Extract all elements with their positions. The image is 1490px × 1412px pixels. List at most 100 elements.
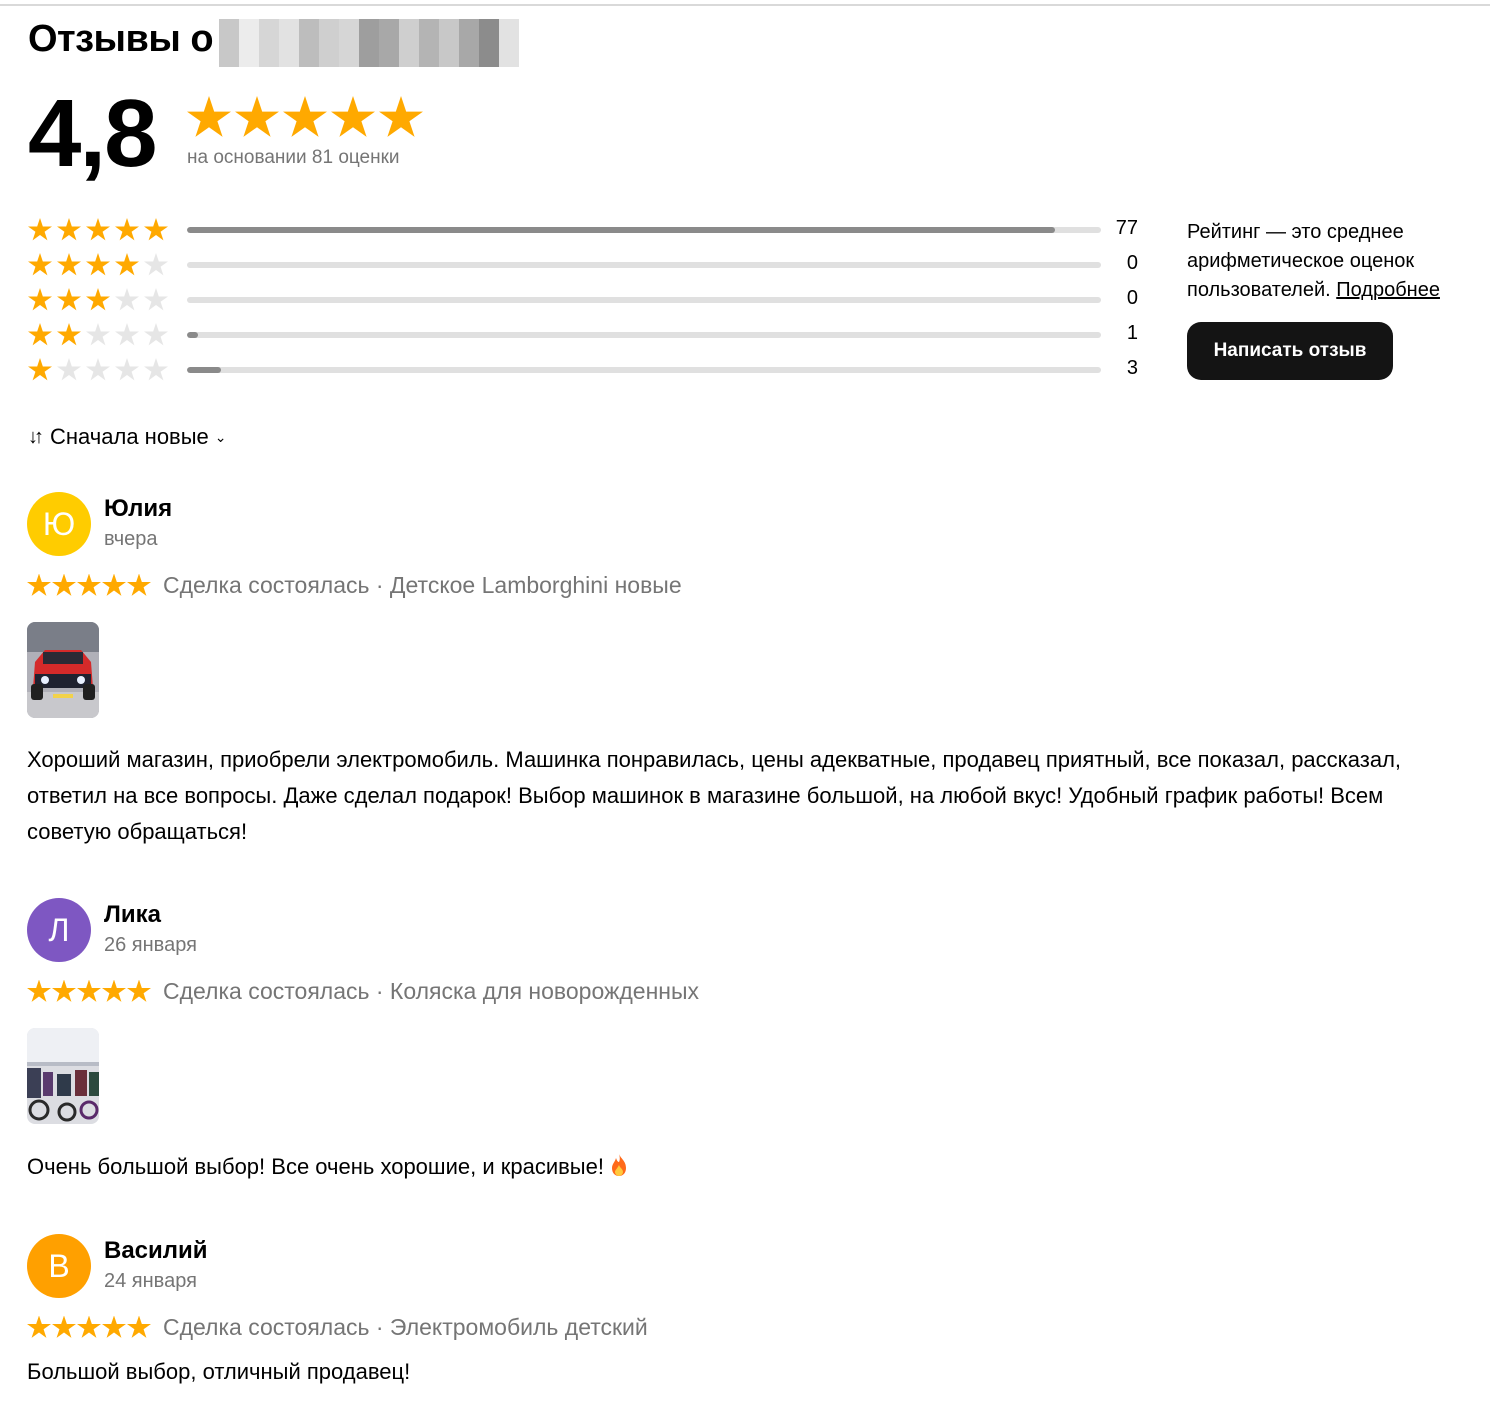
- star-icon: [235, 96, 279, 137]
- distribution-count: 0: [1126, 252, 1138, 274]
- star-icon: [77, 979, 101, 1002]
- distribution-count: 0: [1126, 287, 1138, 309]
- review-stars: [27, 1315, 152, 1340]
- review-date: вчера: [104, 528, 158, 550]
- chevron-down-icon: ⌄: [214, 428, 227, 445]
- review-card: В Василий 24 января Сделка состоялась · …: [27, 1234, 1467, 1394]
- distribution-row-5-stars[interactable]: 77: [28, 212, 1138, 247]
- distribution-bar-fill: [187, 227, 1056, 233]
- star-icon: [86, 358, 110, 381]
- star-icon: [102, 1315, 126, 1338]
- star-icon: [27, 979, 51, 1002]
- distribution-bar: [187, 227, 1101, 233]
- star-icon: [57, 288, 81, 311]
- star-icon: [127, 573, 151, 596]
- sort-dropdown[interactable]: ↓↑ Сначала новые ⌄: [28, 424, 227, 450]
- distribution-bar: [187, 332, 1101, 338]
- review-date: 26 января: [104, 934, 197, 956]
- star-icon: [187, 96, 231, 137]
- star-icon: [86, 323, 110, 346]
- avatar: Л: [27, 898, 91, 962]
- star-icon: [57, 358, 81, 381]
- store-interior-photo: [27, 1028, 99, 1124]
- rating-info-more-link[interactable]: Подробнее: [1336, 279, 1440, 301]
- star-icon: [115, 358, 139, 381]
- review-meta: Сделка состоялась · Электромобиль детски…: [27, 1314, 648, 1341]
- star-icon: [27, 573, 51, 596]
- star-icon: [57, 253, 81, 276]
- review-stars: [27, 979, 152, 1004]
- distribution-bar: [187, 262, 1101, 268]
- review-meta: Сделка состоялась · Детское Lamborghini …: [27, 572, 682, 599]
- star-icon: [144, 218, 168, 241]
- star-icon: [331, 96, 375, 137]
- page-title-text: Отзывы о: [28, 17, 214, 60]
- distribution-row-1-stars[interactable]: 3: [28, 352, 1138, 387]
- distribution-count: 1: [1126, 322, 1138, 344]
- red-toy-car-photo: [27, 622, 99, 718]
- review-meta: Сделка состоялась · Коляска для новорожд…: [27, 978, 699, 1005]
- review-text-line: Очень большой выбор! Все очень хорошие, …: [27, 1149, 628, 1185]
- star-icon: [86, 218, 110, 241]
- fire-icon: [612, 1154, 627, 1176]
- rating-count-text: на основании 81 оценки: [187, 147, 400, 168]
- pixelated-seller-name: [219, 19, 520, 67]
- distribution-stars: [28, 218, 168, 242]
- distribution-row-4-stars[interactable]: 0: [28, 247, 1138, 282]
- average-rating-stars: [187, 96, 423, 140]
- reviewer-name[interactable]: Василий: [104, 1237, 208, 1265]
- star-icon: [144, 253, 168, 276]
- reviewer-name[interactable]: Лика: [104, 901, 161, 929]
- write-review-button[interactable]: Написать отзыв: [1187, 322, 1393, 380]
- review-deal-info: Сделка состоялась · Коляска для новорожд…: [163, 978, 700, 1004]
- review-deal-info: Сделка состоялась · Электромобиль детски…: [163, 1314, 648, 1340]
- distribution-bar: [187, 297, 1101, 303]
- sort-arrows-icon: ↓↑: [28, 425, 44, 448]
- star-icon: [379, 96, 423, 137]
- star-icon: [115, 218, 139, 241]
- star-icon: [28, 288, 52, 311]
- review-text: Большой выбор, отличный продавец!: [27, 1359, 411, 1384]
- distribution-row-2-stars[interactable]: 1: [28, 317, 1138, 352]
- star-icon: [57, 218, 81, 241]
- star-icon: [127, 979, 151, 1002]
- star-icon: [28, 253, 52, 276]
- distribution-stars: [28, 253, 168, 277]
- review-card: Л Лика 26 января Сделка состоялась · Кол…: [27, 898, 1467, 1198]
- review-deal-info: Сделка состоялась · Детское Lamborghini …: [163, 572, 682, 598]
- star-icon: [28, 358, 52, 381]
- sort-label: Сначала новые: [50, 424, 209, 449]
- star-icon: [52, 979, 76, 1002]
- star-icon: [28, 323, 52, 346]
- distribution-bar-fill: [187, 367, 221, 373]
- star-icon: [52, 1315, 76, 1338]
- review-card: Ю Юлия вчера Сделка состоялась · Детское…: [27, 492, 1467, 852]
- distribution-row-3-stars[interactable]: 0: [28, 282, 1138, 317]
- rating-info: Рейтинг — это среднее арифметическое оце…: [1187, 218, 1487, 305]
- avatar: В: [27, 1234, 91, 1298]
- star-icon: [77, 573, 101, 596]
- distribution-count: 77: [1115, 217, 1138, 239]
- reviewer-name[interactable]: Юлия: [104, 495, 172, 523]
- star-icon: [144, 288, 168, 311]
- star-icon: [77, 1315, 101, 1338]
- review-date: 24 января: [104, 1270, 197, 1292]
- distribution-stars: [28, 358, 168, 382]
- star-icon: [86, 288, 110, 311]
- distribution-stars: [28, 323, 168, 347]
- star-icon: [86, 253, 110, 276]
- page-title: Отзывы о: [28, 14, 520, 67]
- rating-distribution: 77 0 0 1 3: [28, 212, 1138, 387]
- star-icon: [102, 979, 126, 1002]
- top-divider: [0, 4, 1490, 6]
- star-icon: [102, 573, 126, 596]
- star-icon: [115, 253, 139, 276]
- review-photo-store[interactable]: [27, 1028, 99, 1124]
- review-text: Хороший магазин, приобрели электромобиль…: [27, 747, 1402, 844]
- review-text: Очень большой выбор! Все очень хорошие, …: [27, 1154, 604, 1179]
- distribution-bar: [187, 367, 1101, 373]
- distribution-count: 3: [1126, 357, 1138, 379]
- star-icon: [115, 288, 139, 311]
- review-photo-car[interactable]: [27, 622, 99, 718]
- distribution-stars: [28, 288, 168, 312]
